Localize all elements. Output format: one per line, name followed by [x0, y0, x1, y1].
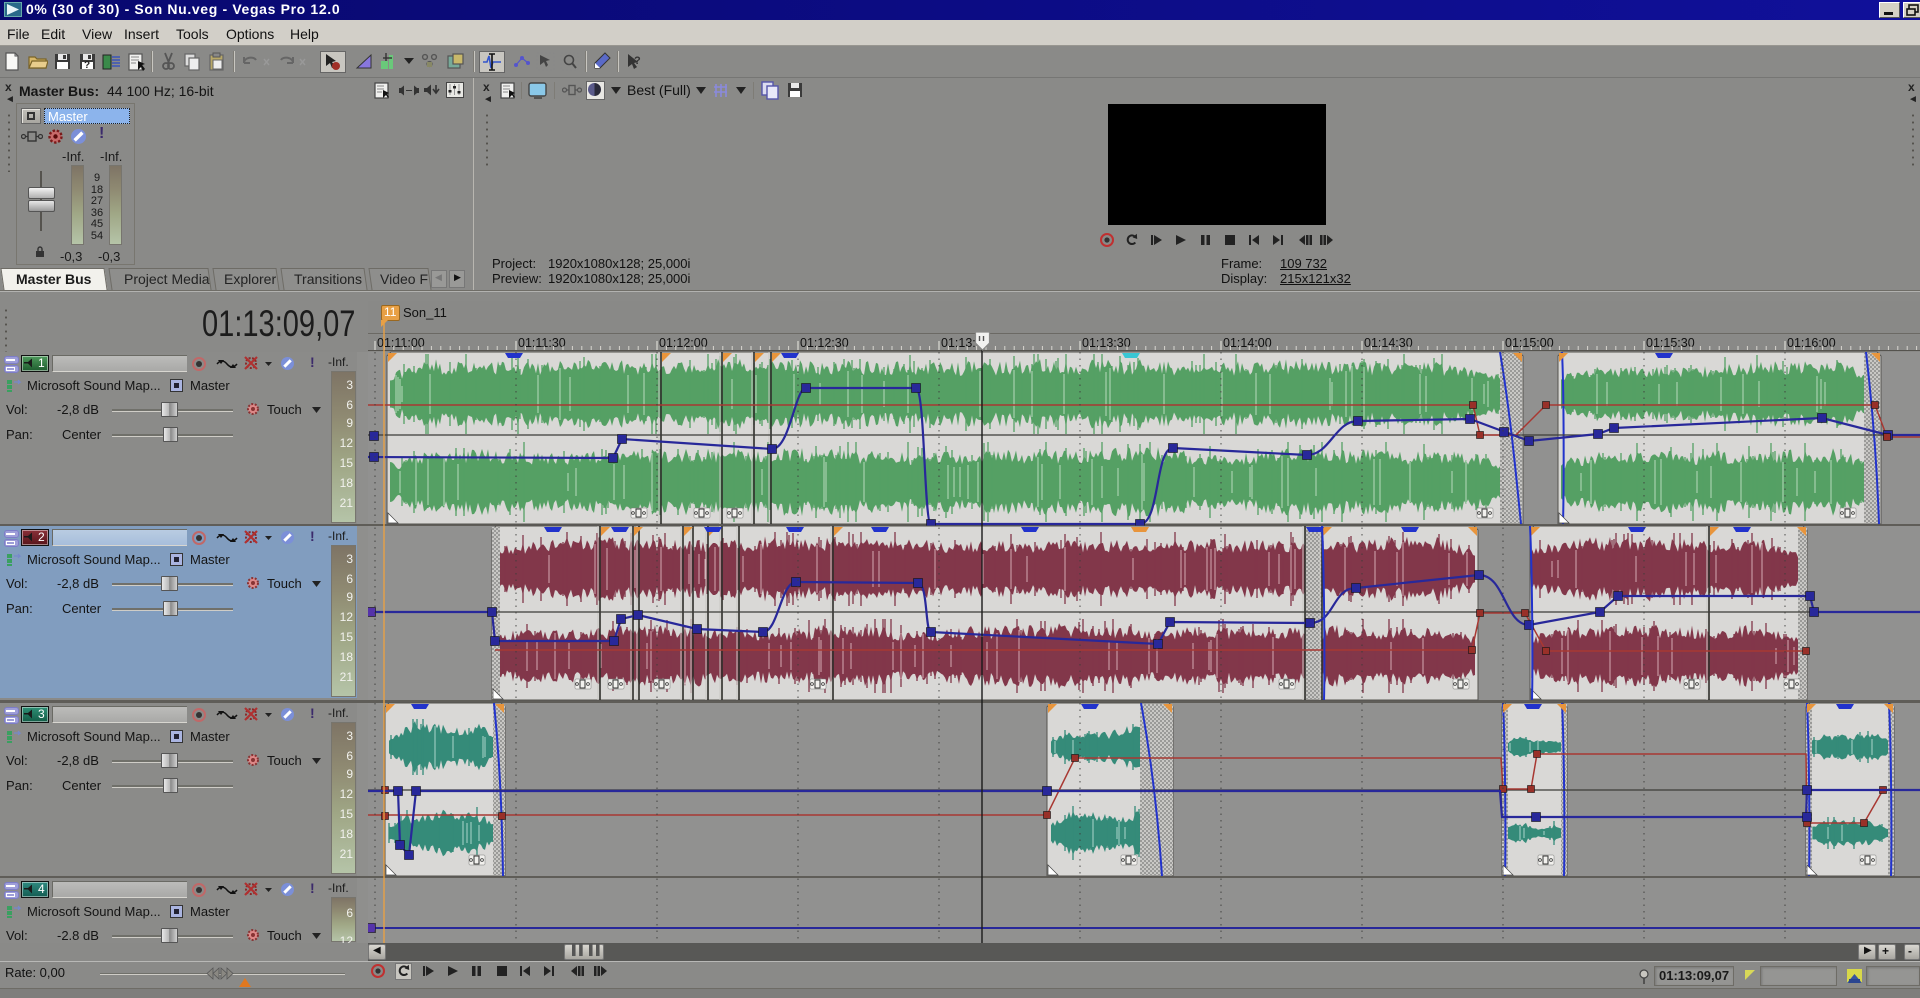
svg-text:?: ?: [634, 55, 641, 67]
svg-text:?: ?: [84, 60, 90, 71]
